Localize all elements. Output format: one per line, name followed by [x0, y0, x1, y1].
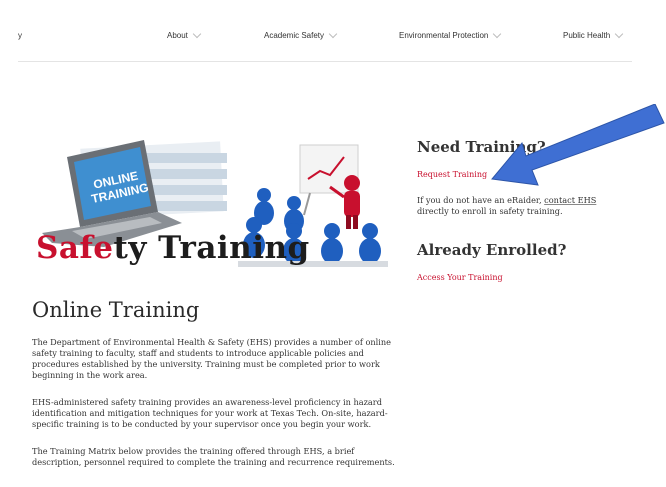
banner-title-dark: ty Training — [113, 230, 310, 266]
eraider-info-prefix: If you do not have an eRaider, — [417, 195, 545, 205]
banner-title: Safety Training — [36, 230, 310, 266]
request-training-link[interactable]: Request Training — [417, 170, 487, 179]
nav-item-label: Academic Safety — [264, 31, 325, 40]
annotation-arrow-icon — [491, 104, 665, 186]
awareness-paragraph: EHS-administered safety training provide… — [32, 397, 388, 429]
nav-item-academic-safety[interactable]: Academic Safety — [264, 29, 338, 40]
access-training-link[interactable]: Access Your Training — [417, 273, 503, 282]
chevron-down-icon — [328, 29, 338, 39]
nav-item-public-health[interactable]: Public Health — [563, 29, 624, 40]
page-title: Online Training — [32, 298, 200, 322]
eraider-info-text: If you do not have an eRaider, contact E… — [417, 195, 617, 217]
safety-training-banner: ONLINE TRAINING Safety Training — [32, 135, 400, 285]
chevron-down-icon — [493, 29, 502, 39]
eraider-info-suffix: directly to enroll in safety training. — [417, 206, 563, 216]
intro-paragraph: The Department of Environmental Health &… — [32, 337, 392, 380]
already-enrolled-heading: Already Enrolled? — [417, 241, 567, 259]
nav-edge-text: y — [18, 31, 22, 40]
nav-item-environmental-protection[interactable]: Environmental Protection — [399, 29, 502, 40]
chevron-down-icon — [614, 29, 624, 39]
contact-ehs-link[interactable]: contact EHS — [544, 195, 596, 205]
nav-item-label: Public Health — [563, 31, 611, 40]
banner-title-red: Safe — [36, 230, 114, 266]
training-matrix-paragraph: The Training Matrix below provides the t… — [32, 446, 395, 467]
nav-item-label: Environmental Protection — [399, 31, 489, 40]
chevron-down-icon — [192, 29, 202, 39]
top-nav: y About Academic Safety Environmental Pr… — [18, 14, 632, 62]
nav-item-label: About — [167, 31, 188, 40]
nav-item-about[interactable]: About — [167, 29, 202, 40]
